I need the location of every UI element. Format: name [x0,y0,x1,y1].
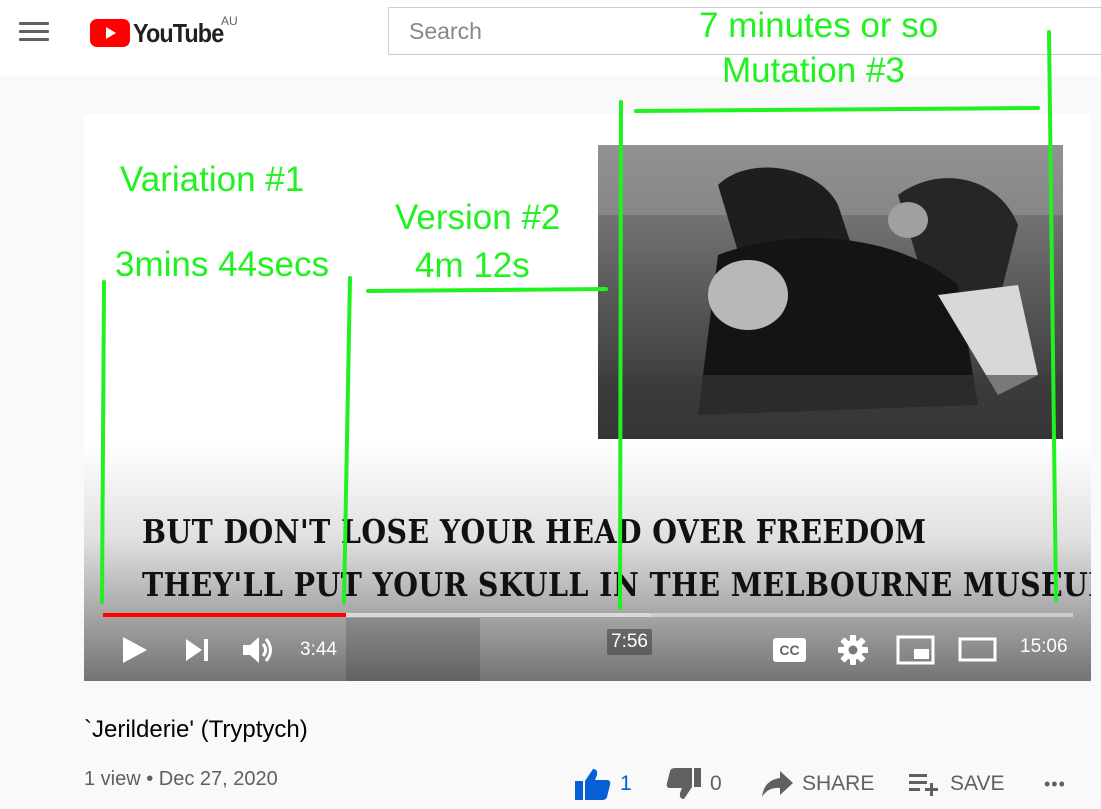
video-view-date: 1 view • Dec 27, 2020 [84,768,278,790]
save-label: SAVE [950,772,1005,795]
dislike-count: 0 [710,772,722,795]
annotation-variation-1-time: 3mins 44secs [115,245,329,284]
save-button[interactable]: SAVE [908,766,1004,802]
share-label: SHARE [802,772,875,795]
marker-line-3 [618,100,623,610]
like-button[interactable]: 1 [574,766,632,802]
playlist-add-icon [909,774,938,796]
annotation-mutation-3: Mutation #3 [722,51,905,90]
like-count: 1 [620,772,632,795]
video-title: `Jerilderie' (Tryptych) [84,716,308,743]
thumbs-up-icon [575,769,611,800]
marker-line-2 [342,276,352,604]
annotation-version-2: Version #2 [395,198,561,237]
share-button[interactable]: SHARE [760,766,874,802]
annotation-version-2-time: 4m 12s [415,246,530,285]
dislike-button[interactable]: 0 [666,766,722,802]
marker-line-1 [100,280,106,604]
more-dots-icon: ••• [1044,773,1066,794]
more-actions-button[interactable]: ••• [1044,766,1066,802]
annotation-lines [100,30,1058,610]
share-arrow-icon [762,771,793,797]
marker-line-end [1047,30,1058,602]
annotation-variation-1: Variation #1 [120,160,305,199]
marker-line-2-connector [366,287,608,293]
marker-line-3-top [634,106,1040,113]
annotation-mutation-3-time: 7 minutes or so [699,6,939,45]
thumbs-down-icon [666,768,701,799]
